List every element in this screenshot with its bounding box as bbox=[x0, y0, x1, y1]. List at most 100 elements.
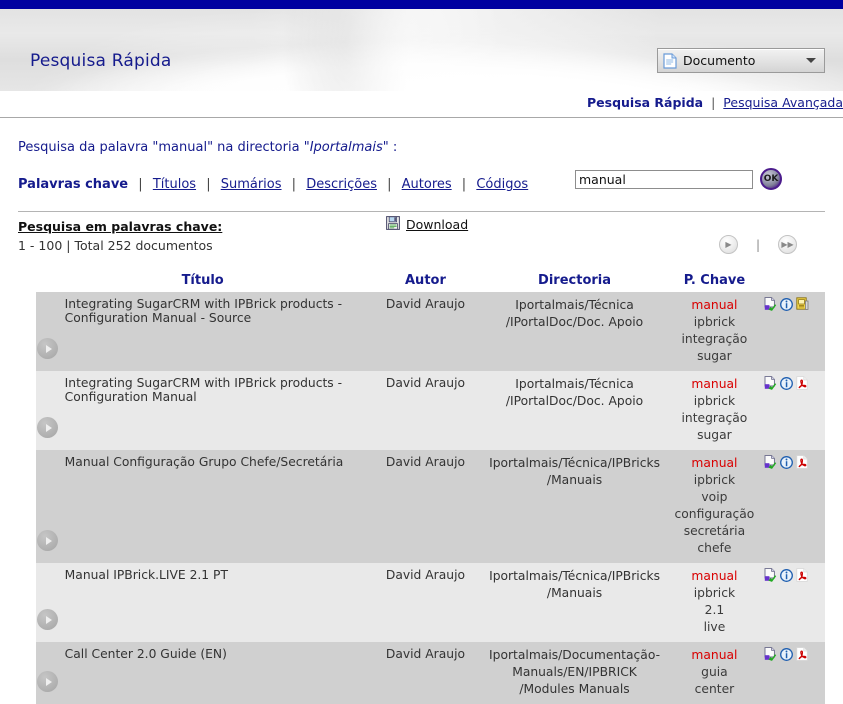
column-header-author[interactable]: Autor bbox=[371, 273, 481, 292]
cell-directory: Iportalmais/Técnica/IPortalDoc/Doc. Apoi… bbox=[480, 371, 669, 450]
table-row[interactable]: Call Center 2.0 Guide (EN) David Araujo Ip… bbox=[18, 642, 825, 704]
last-page-icon[interactable]: ▶▶ bbox=[778, 235, 797, 254]
cell-directory: Iportalmais/Técnica/IPortalDoc/Doc. Apoi… bbox=[480, 292, 669, 371]
info-icon[interactable] bbox=[780, 455, 793, 472]
info-icon[interactable] bbox=[780, 647, 793, 664]
filter-separator-1: | bbox=[138, 177, 143, 192]
results-range: 1 - 100 bbox=[18, 238, 63, 253]
keyword: ipbrick bbox=[693, 473, 736, 487]
download-link[interactable]: Download bbox=[406, 217, 468, 232]
results-count: 1 - 100 | Total 252 documentos bbox=[18, 238, 825, 253]
table-row[interactable]: Integrating SugarCRM with IPBrick produc… bbox=[18, 292, 825, 371]
expand-row-icon[interactable] bbox=[37, 609, 58, 630]
cell-keywords: manual ipbrick integração sugar bbox=[668, 292, 760, 371]
info-icon[interactable] bbox=[780, 376, 793, 393]
cell-actions bbox=[760, 371, 825, 450]
nav-link-advanced-search[interactable]: Pesquisa Avançada bbox=[723, 95, 843, 110]
column-header-title[interactable]: Título bbox=[35, 273, 371, 292]
search-submit-button[interactable]: OK bbox=[760, 168, 782, 190]
chevron-down-icon[interactable] bbox=[806, 58, 816, 63]
top-blue-bar bbox=[0, 0, 843, 9]
keyword-match: manual bbox=[691, 569, 738, 583]
info-icon[interactable] bbox=[780, 297, 793, 314]
keyword: ipbrick bbox=[693, 586, 736, 600]
filter-tab-titles[interactable]: Títulos bbox=[153, 177, 196, 192]
pdf-file-icon[interactable] bbox=[796, 647, 808, 664]
expand-row-icon[interactable] bbox=[37, 338, 58, 359]
cell-author: David Araujo bbox=[370, 292, 481, 371]
cell-title[interactable]: Call Center 2.0 Guide (EN) bbox=[34, 642, 371, 704]
cell-keywords: manual ipbrick 2.1 live bbox=[668, 563, 760, 642]
edit-document-icon[interactable] bbox=[764, 455, 777, 472]
edit-document-icon[interactable] bbox=[764, 376, 777, 393]
filter-separator-4: | bbox=[387, 177, 392, 192]
keyword: ipbrick bbox=[693, 394, 736, 408]
filter-tab-authors[interactable]: Autores bbox=[402, 177, 452, 192]
cell-title[interactable]: Integrating SugarCRM with IPBrick produc… bbox=[34, 292, 371, 371]
header-banner: Pesquisa Rápida Documento bbox=[0, 9, 843, 91]
cell-actions bbox=[760, 642, 825, 704]
cell-title[interactable]: Integrating SugarCRM with IPBrick produc… bbox=[34, 371, 371, 450]
directory-line: Iportalmais/Técnica/IPBricks bbox=[489, 456, 660, 470]
keyword: center bbox=[694, 682, 735, 696]
keyword-match: manual bbox=[691, 648, 738, 662]
document-type-selector[interactable]: Documento bbox=[657, 48, 825, 73]
keyword-match: manual bbox=[691, 298, 738, 312]
table-row[interactable]: Manual IPBrick.LIVE 2.1 PT David Araujo Ip… bbox=[18, 563, 825, 642]
edit-document-icon[interactable] bbox=[764, 647, 777, 664]
nav-divider bbox=[0, 117, 843, 118]
results-summary: Pesquisa em palavras chave: 1 - 100 | To… bbox=[18, 216, 825, 261]
expand-row-icon[interactable] bbox=[37, 417, 58, 438]
keyword: sugar bbox=[697, 428, 732, 442]
pdf-file-icon[interactable] bbox=[796, 376, 808, 393]
pdf-file-icon[interactable] bbox=[796, 568, 808, 585]
search-description-directory: Iportalmais bbox=[309, 140, 383, 155]
filter-tab-descriptions[interactable]: Descrições bbox=[306, 177, 377, 192]
column-header-directory[interactable]: Directoria bbox=[480, 273, 669, 292]
cell-directory: Iportalmais/Documentação- Manuals/EN/IPBR… bbox=[480, 642, 669, 704]
pdf-file-icon[interactable] bbox=[796, 455, 808, 472]
cell-author: David Araujo bbox=[370, 450, 481, 563]
filter-separator-3: | bbox=[291, 177, 297, 192]
filter-tab-summaries[interactable]: Sumários bbox=[221, 177, 282, 192]
table-row[interactable]: Integrating SugarCRM with IPBrick produc… bbox=[18, 371, 825, 450]
cell-keywords: manual ipbrick voip configuração secretária c… bbox=[668, 450, 760, 563]
cell-actions bbox=[760, 563, 825, 642]
table-row[interactable]: Manual Configuração Grupo Chefe/Secretár… bbox=[18, 450, 825, 563]
cell-title[interactable]: Manual Configuração Grupo Chefe/Secretár… bbox=[34, 450, 371, 563]
secondary-nav: Pesquisa Rápida | Pesquisa Avançada bbox=[0, 91, 843, 117]
nav-separator: | bbox=[711, 95, 716, 110]
document-icon bbox=[663, 52, 677, 69]
info-icon[interactable] bbox=[780, 568, 793, 585]
next-page-icon[interactable]: ▶ bbox=[718, 235, 738, 254]
filter-tab-keywords[interactable]: Palavras chave bbox=[18, 177, 128, 192]
cell-directory: Iportalmais/Técnica/IPBricks/Manuais bbox=[480, 450, 669, 563]
directory-line: /Manuais bbox=[546, 473, 603, 487]
search-input[interactable] bbox=[575, 169, 753, 189]
expand-row-icon[interactable] bbox=[37, 671, 58, 692]
edit-document-icon[interactable] bbox=[764, 568, 777, 585]
cell-keywords: manual ipbrick integração sugar bbox=[668, 371, 760, 450]
keyword: sugar bbox=[697, 349, 732, 363]
filter-tab-codes[interactable]: Códigos bbox=[476, 177, 528, 192]
directory-line: Manuals/EN/IPBRICK bbox=[512, 665, 637, 679]
keyword: integração bbox=[681, 332, 748, 346]
results-count-separator: | bbox=[66, 238, 71, 253]
keyword: guia bbox=[701, 665, 728, 679]
edit-document-icon[interactable] bbox=[764, 297, 777, 314]
directory-line: /IPortalDoc/Doc. Apoio bbox=[505, 315, 644, 329]
keyword: live bbox=[703, 620, 726, 634]
column-header-keyword[interactable]: P. Chave bbox=[669, 273, 760, 292]
expand-row-icon[interactable] bbox=[37, 530, 58, 551]
page-root: Pesquisa Rápida Documento Pesquisa Rápid… bbox=[0, 0, 843, 704]
nav-link-quick-search[interactable]: Pesquisa Rápida bbox=[587, 95, 703, 110]
directory-line: Iportalmais/Documentação- bbox=[489, 648, 661, 662]
filter-tabs: Palavras chave | Títulos | Sumários | De… bbox=[18, 168, 825, 199]
filter-separator-5: | bbox=[461, 177, 467, 192]
cell-title[interactable]: Manual IPBrick.LIVE 2.1 PT bbox=[34, 563, 371, 642]
directory-line: Iportalmais/Técnica/IPBricks bbox=[489, 569, 660, 583]
download-action[interactable]: Download bbox=[386, 216, 468, 233]
archive-file-icon[interactable] bbox=[796, 297, 809, 314]
results-table-wrapper: Título Autor Directoria P. Chave Integra… bbox=[18, 273, 825, 704]
content-area: Pesquisa da palavra "manual" na director… bbox=[0, 140, 843, 704]
